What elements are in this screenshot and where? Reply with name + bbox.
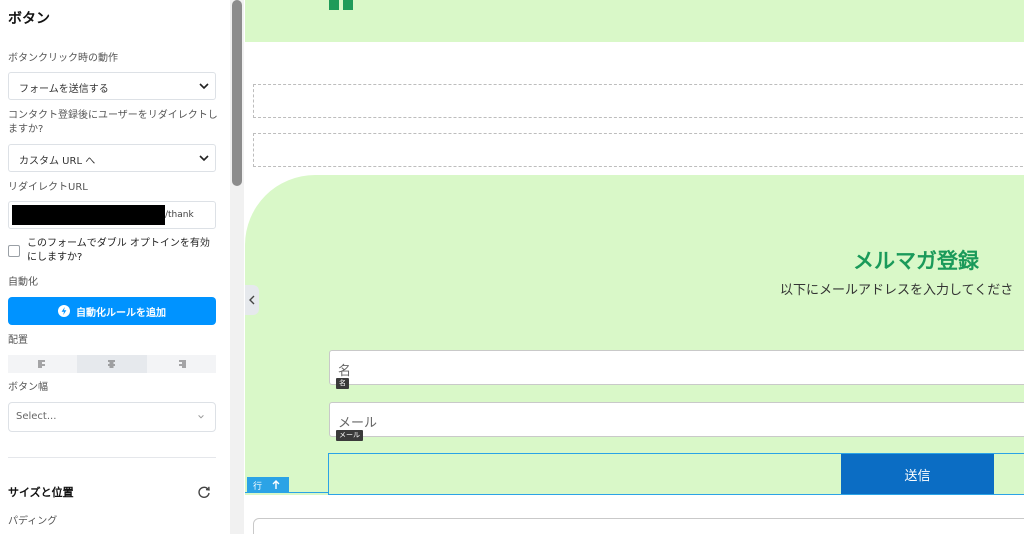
align-center-icon (108, 360, 116, 368)
chevron-down-icon (198, 415, 204, 419)
reset-icon[interactable] (197, 485, 211, 499)
chevron-down-icon (199, 155, 209, 162)
redirect-url-input[interactable]: /thank (8, 201, 216, 229)
signup-section (245, 175, 1024, 495)
logo-block (329, 0, 339, 10)
redirect-question-label: コンタクト登録後にユーザーをリダイレクトしますか? (8, 110, 218, 135)
section-divider (8, 457, 216, 458)
editor-canvas: メルマガ登録 以下にメールアドレスを入力してくださ 名 名 メール メール 送信… (245, 0, 1024, 534)
double-optin-checkbox[interactable] (8, 245, 20, 257)
settings-panel: ボタン ボタンクリック時の動作 フォームを送信する コンタクト登録後にユーザーを… (0, 0, 230, 534)
alignment-label: 配置 (8, 335, 28, 346)
next-row-box[interactable] (253, 518, 1024, 534)
hero-title: メルマガ登録 (853, 249, 979, 273)
padding-label: パディング (8, 516, 58, 527)
redirect-url-suffix: /thank (165, 210, 194, 220)
email-field-tag: メール (336, 430, 363, 441)
submit-button[interactable]: 送信 (841, 454, 994, 494)
hero-subtitle: 以下にメールアドレスを入力してくださ (780, 283, 1014, 298)
add-automation-rule-button[interactable]: 自動化ルールを追加 (8, 297, 216, 325)
name-field[interactable]: 名 (329, 350, 1024, 385)
collapse-panel-button[interactable] (245, 285, 259, 315)
align-left-icon (38, 360, 46, 368)
align-left-button[interactable] (8, 355, 78, 373)
email-field[interactable]: メール (329, 402, 1024, 437)
chevron-down-icon (199, 83, 209, 90)
submit-button-label: 送信 (904, 468, 931, 484)
redirect-select[interactable]: カスタム URL へ (8, 144, 216, 172)
redirect-url-label: リダイレクトURL (8, 182, 88, 193)
click-action-label: ボタンクリック時の動作 (8, 53, 118, 64)
panel-scrollbar-thumb[interactable] (232, 0, 242, 186)
logo-block (343, 0, 353, 10)
button-width-label: ボタン幅 (8, 382, 48, 393)
panel-title: ボタン (8, 11, 50, 27)
arrow-up-icon[interactable] (272, 480, 280, 490)
empty-row-placeholder[interactable] (253, 84, 1024, 118)
editor-root: ボタン ボタンクリック時の動作 フォームを送信する コンタクト登録後にユーザーを… (0, 0, 1024, 534)
size-position-title: サイズと位置 (8, 486, 74, 499)
bolt-icon (58, 305, 70, 317)
button-width-select[interactable]: Select... (8, 402, 216, 432)
alignment-group (8, 355, 216, 373)
redirect-value: カスタム URL へ (19, 156, 96, 167)
empty-row-placeholder[interactable] (253, 133, 1024, 167)
name-field-tag: 名 (336, 378, 349, 389)
header-section (245, 0, 1024, 42)
button-width-placeholder: Select... (16, 411, 57, 422)
align-right-button[interactable] (146, 355, 216, 373)
align-center-button[interactable] (77, 355, 147, 373)
redacted-url (12, 205, 165, 225)
automation-label: 自動化 (8, 277, 38, 288)
email-field-placeholder: メール (338, 416, 378, 431)
chevron-left-icon (249, 295, 255, 305)
row-handle[interactable]: 行 (247, 477, 289, 493)
double-optin-label: このフォームでダブル オプトインを有効にしますか? (27, 238, 210, 263)
click-action-value: フォームを送信する (19, 84, 109, 95)
add-automation-rule-label: 自動化ルールを追加 (76, 307, 166, 319)
row-handle-label: 行 (253, 481, 263, 492)
name-field-placeholder: 名 (338, 364, 352, 379)
align-right-icon (178, 360, 186, 368)
click-action-select[interactable]: フォームを送信する (8, 72, 216, 100)
